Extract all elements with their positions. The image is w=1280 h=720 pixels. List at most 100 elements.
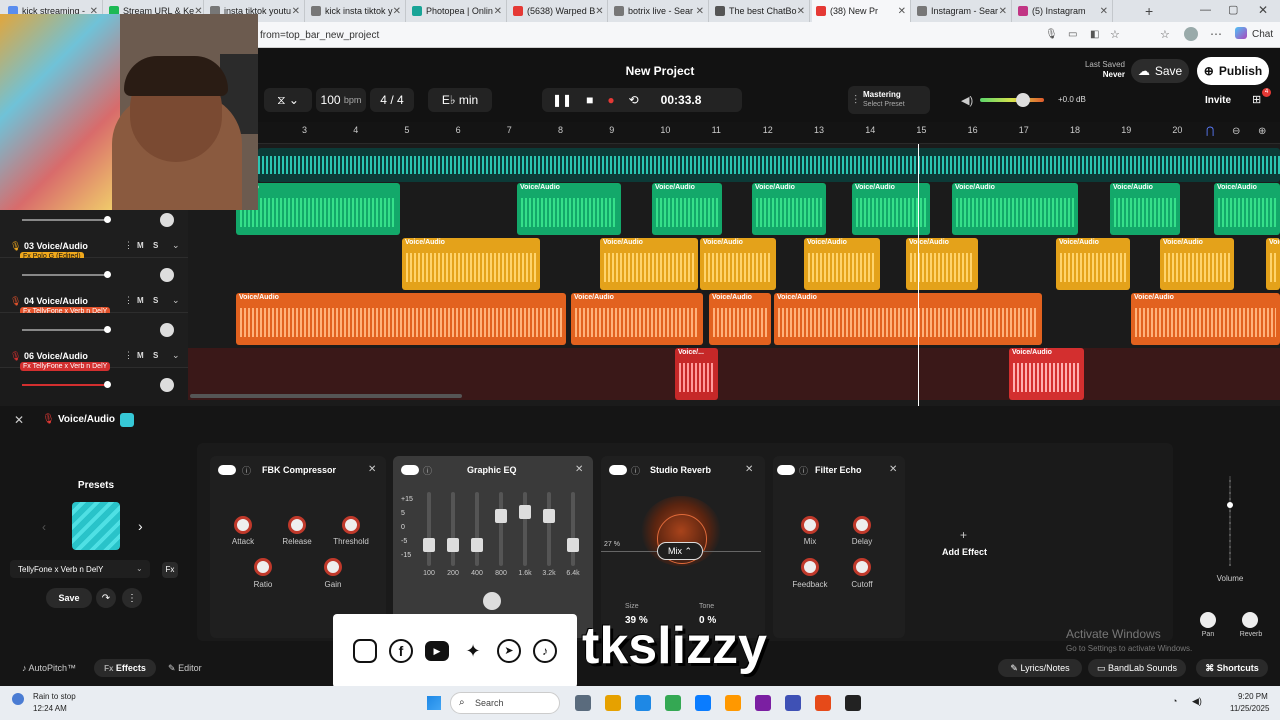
- solo-button[interactable]: S: [153, 296, 158, 305]
- lyrics-notes-button[interactable]: ✎ Lyrics/Notes: [998, 659, 1082, 677]
- address-bar-url[interactable]: from=top_bar_new_project: [260, 30, 379, 41]
- solo-button[interactable]: S: [153, 241, 158, 250]
- chevron-down-icon[interactable]: ⌄: [172, 295, 180, 306]
- audio-clip[interactable]: Voice/Audio: [236, 293, 566, 345]
- solo-button[interactable]: S: [153, 351, 158, 360]
- track-header-03[interactable]: 🎙 03 Voice/Audio Fx Polo G (Edited): [0, 203, 188, 261]
- taskbar-app-icon[interactable]: [665, 695, 681, 711]
- master-volume-thumb[interactable]: [1016, 93, 1030, 107]
- zoom-out-icon[interactable]: ⊖: [1232, 126, 1240, 137]
- pan-knob[interactable]: [1200, 612, 1216, 628]
- metronome-toggle[interactable]: ⧖ ⌄: [264, 88, 312, 112]
- weather-text[interactable]: Rain to stop: [33, 692, 76, 701]
- taskbar-app-icon[interactable]: [605, 695, 621, 711]
- tab-close-icon[interactable]: ✕: [292, 6, 300, 17]
- eq-band-thumb[interactable]: [519, 505, 531, 520]
- cast-icon[interactable]: ▭: [1068, 29, 1077, 40]
- audio-clip[interactable]: Voice/Audio: [804, 238, 880, 290]
- audio-clip[interactable]: Voice/Audio: [774, 293, 1042, 345]
- mute-button[interactable]: M: [137, 351, 144, 360]
- fx-bypass-icon[interactable]: Fx: [162, 562, 178, 578]
- tab-close-icon[interactable]: ✕: [999, 6, 1007, 17]
- mute-button[interactable]: M: [137, 296, 144, 305]
- share-icon[interactable]: ↷: [96, 588, 116, 608]
- browser-tab[interactable]: (38) New Pr ✕: [812, 0, 911, 22]
- echo-power-toggle[interactable]: [777, 465, 795, 475]
- gift-icon[interactable]: ⊞: [1252, 93, 1261, 106]
- eq-band-thumb[interactable]: [423, 538, 435, 553]
- minimize-button[interactable]: —: [1200, 4, 1211, 16]
- track-menu-icon[interactable]: ⋮: [124, 240, 133, 251]
- add-effect-button[interactable]: Add Effect: [942, 547, 987, 557]
- release-knob[interactable]: [288, 516, 306, 534]
- bpm-field[interactable]: 100 bpm: [316, 88, 366, 112]
- info-icon[interactable]: ⓘ: [631, 464, 640, 477]
- key-field[interactable]: E♭ min: [428, 88, 492, 112]
- track-volume-slider[interactable]: [22, 274, 108, 276]
- eq-band-slider[interactable]: [519, 492, 531, 566]
- gain-knob[interactable]: [324, 558, 342, 576]
- audio-clip[interactable]: Voice/Audio: [1110, 183, 1180, 235]
- close-icon[interactable]: ✕: [889, 464, 897, 475]
- tab-effects[interactable]: Fx Effects: [94, 659, 156, 677]
- track-pan-knob[interactable]: [160, 323, 174, 337]
- audio-clip[interactable]: Voice/Audio: [652, 183, 722, 235]
- mute-button[interactable]: M: [137, 241, 144, 250]
- wifi-icon[interactable]: ◔: [1172, 696, 1177, 706]
- audio-clip[interactable]: Voice/Audio: [517, 183, 621, 235]
- eq-power-toggle[interactable]: [401, 465, 419, 475]
- tab-close-icon[interactable]: ✕: [393, 6, 401, 17]
- threshold-knob[interactable]: [342, 516, 360, 534]
- clock-date[interactable]: 11/25/2025: [1230, 704, 1269, 713]
- info-icon[interactable]: ⓘ: [423, 464, 432, 477]
- zoom-in-icon[interactable]: ⊕: [1258, 126, 1266, 137]
- tab-close-icon[interactable]: ✕: [696, 6, 704, 17]
- speaker-icon[interactable]: ◀): [961, 94, 973, 107]
- track-menu-icon[interactable]: ⋮: [124, 350, 133, 361]
- more-options-icon[interactable]: ⋮: [122, 588, 142, 608]
- eq-band-thumb[interactable]: [567, 538, 579, 553]
- close-window-button[interactable]: ✕: [1258, 3, 1268, 17]
- bandlab-sounds-button[interactable]: ▭ BandLab Sounds: [1088, 659, 1186, 677]
- cube-icon[interactable]: [120, 413, 134, 427]
- close-icon[interactable]: ✕: [575, 464, 583, 475]
- playhead[interactable]: [918, 144, 919, 406]
- close-panel-icon[interactable]: ✕: [14, 413, 24, 427]
- windows-start-icon[interactable]: [427, 696, 441, 710]
- eq-band-thumb[interactable]: [543, 508, 555, 523]
- shortcuts-button[interactable]: ⌘ Shortcuts: [1196, 659, 1268, 677]
- audio-clip[interactable]: Voice/Audio: [1131, 293, 1280, 345]
- copilot-icon[interactable]: [1235, 27, 1247, 39]
- tab-close-icon[interactable]: ✕: [898, 6, 906, 17]
- save-preset-button[interactable]: Save: [46, 588, 92, 608]
- audio-clip[interactable]: Voice/Audio: [709, 293, 771, 345]
- track-name[interactable]: 04 Voice/Audio: [24, 296, 88, 306]
- record-button[interactable]: ●: [607, 93, 614, 107]
- track-menu-icon[interactable]: ⋮: [124, 295, 133, 306]
- eq-band-slider[interactable]: [471, 492, 483, 566]
- volume-icon[interactable]: ◀): [1192, 696, 1202, 707]
- audio-clip[interactable]: Voice/Audio: [1214, 183, 1280, 235]
- taskbar-app-icon[interactable]: [725, 695, 741, 711]
- track-volume-thumb[interactable]: [104, 271, 111, 278]
- track-volume-thumb[interactable]: [104, 216, 111, 223]
- master-volume-slider[interactable]: [980, 98, 1044, 102]
- audio-clip[interactable]: Voice/Audio: [1160, 238, 1234, 290]
- audio-clip[interactable]: Voice/...: [675, 348, 718, 400]
- chat-label[interactable]: Chat: [1252, 29, 1273, 40]
- new-tab-button[interactable]: +: [1145, 3, 1153, 19]
- eq-band-slider[interactable]: [447, 492, 459, 566]
- clock-time[interactable]: 9:20 PM: [1238, 692, 1268, 701]
- taskbar-app-icon[interactable]: [695, 695, 711, 711]
- taskbar-app-icon[interactable]: [575, 695, 591, 711]
- browser-tab[interactable]: Photopea | Onlin ✕: [408, 0, 507, 22]
- track-name[interactable]: 06 Voice/Audio: [24, 351, 88, 361]
- audio-clip[interactable]: Voice/Audio: [952, 183, 1078, 235]
- chevron-down-icon[interactable]: ⌄: [172, 350, 180, 361]
- echo-delay-knob[interactable]: [853, 516, 871, 534]
- clip-teal-lane[interactable]: [258, 148, 1280, 182]
- eq-band-thumb[interactable]: [447, 538, 459, 553]
- ratio-knob[interactable]: [254, 558, 272, 576]
- next-preset-icon[interactable]: ›: [138, 518, 143, 534]
- browser-tab[interactable]: The best ChatBo ✕: [711, 0, 810, 22]
